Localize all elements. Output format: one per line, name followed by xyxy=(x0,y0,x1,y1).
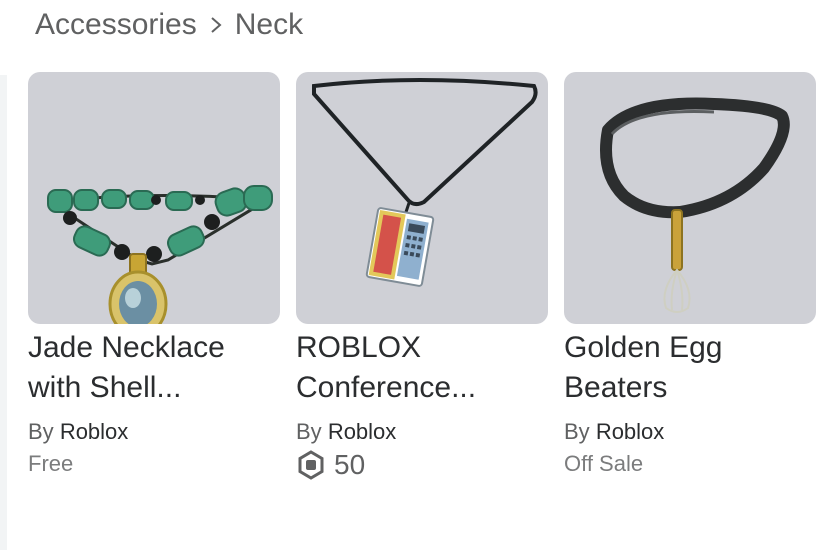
left-divider xyxy=(0,75,7,550)
item-thumbnail[interactable] xyxy=(296,72,548,324)
price-label: Off Sale xyxy=(564,451,644,476)
breadcrumb: Accessories Neck xyxy=(35,8,303,42)
egg-beater-necklace-image xyxy=(600,97,790,313)
creator-link[interactable]: Roblox xyxy=(328,419,396,444)
creator-link[interactable]: Roblox xyxy=(596,419,664,444)
breadcrumb-neck[interactable]: Neck xyxy=(235,8,303,42)
item-card-jade-necklace[interactable]: Jade Necklace with Shell... By Roblox Fr… xyxy=(28,72,280,480)
creator-by-label: By xyxy=(564,419,590,444)
price-label: Free xyxy=(28,451,74,476)
item-creator: By Roblox xyxy=(564,418,816,446)
item-price: 50 xyxy=(296,450,548,480)
item-creator: By Roblox xyxy=(296,418,548,446)
item-grid: Jade Necklace with Shell... By Roblox Fr… xyxy=(28,72,816,480)
item-thumbnail[interactable] xyxy=(564,72,816,324)
creator-by-label: By xyxy=(28,419,54,444)
item-title[interactable]: Golden Egg Beaters xyxy=(564,328,816,408)
robux-icon xyxy=(298,450,324,480)
breadcrumb-accessories[interactable]: Accessories xyxy=(35,8,197,42)
chevron-right-icon xyxy=(211,17,222,33)
jade-necklace-image xyxy=(47,185,273,324)
price-label: 50 xyxy=(334,449,366,480)
item-card-roblox-conference[interactable]: ROBLOX Conference... By Roblox 50 xyxy=(296,72,548,480)
item-title[interactable]: ROBLOX Conference... xyxy=(296,328,548,408)
item-title[interactable]: Jade Necklace with Shell... xyxy=(28,328,280,408)
item-price: Free xyxy=(28,450,280,478)
item-creator: By Roblox xyxy=(28,418,280,446)
item-thumbnail[interactable] xyxy=(28,72,280,324)
creator-by-label: By xyxy=(296,419,322,444)
item-card-golden-egg-beaters[interactable]: Golden Egg Beaters By Roblox Off Sale xyxy=(564,72,816,480)
conference-badge-lanyard-image xyxy=(312,78,538,287)
item-price: Off Sale xyxy=(564,450,816,478)
creator-link[interactable]: Roblox xyxy=(60,419,128,444)
